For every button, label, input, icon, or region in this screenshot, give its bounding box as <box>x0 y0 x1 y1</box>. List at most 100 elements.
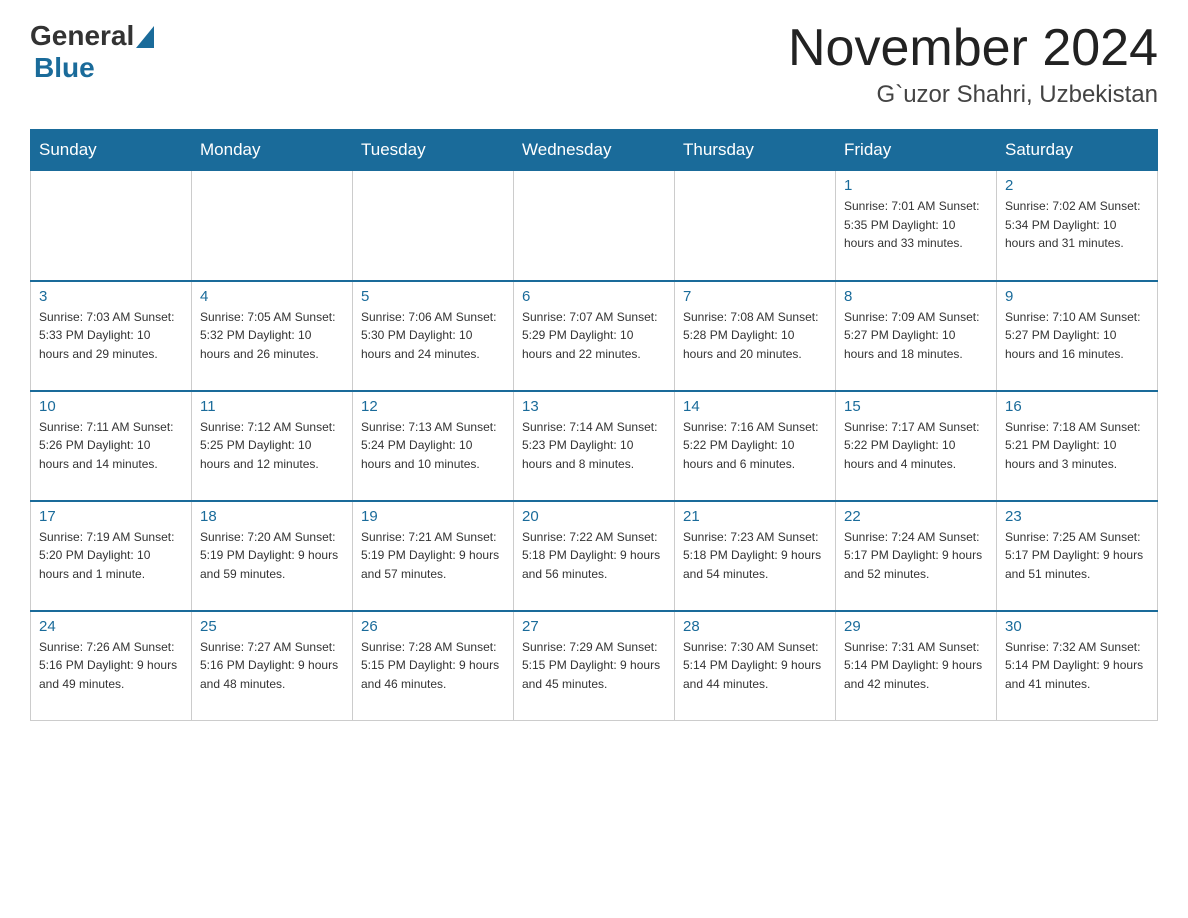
day-info: Sunrise: 7:06 AM Sunset: 5:30 PM Dayligh… <box>361 308 505 364</box>
calendar-cell: 3 Sunrise: 7:03 AM Sunset: 5:33 PM Daylig… <box>31 281 192 391</box>
day-info: Sunrise: 7:09 AM Sunset: 5:27 PM Dayligh… <box>844 308 988 364</box>
day-number: 27 <box>522 618 666 635</box>
day-number: 14 <box>683 398 827 415</box>
day-info: Sunrise: 7:03 AM Sunset: 5:33 PM Dayligh… <box>39 308 183 364</box>
day-info: Sunrise: 7:22 AM Sunset: 5:18 PM Dayligh… <box>522 528 666 584</box>
calendar-cell: 19Sunrise: 7:21 AM Sunset: 5:19 PM Dayli… <box>353 501 514 611</box>
calendar-cell: 28 Sunrise: 7:30 AM Sunset: 5:14 PM Dayli… <box>675 611 836 721</box>
day-number: 17 <box>39 508 183 525</box>
day-number: 2 <box>1005 177 1149 194</box>
logo-triangle-icon <box>136 26 154 48</box>
header-sunday: Sunday <box>31 130 192 171</box>
day-number: 30 <box>1005 618 1149 635</box>
page-header: General Blue November 2024 G`uzor Shahri… <box>30 20 1158 109</box>
day-info: Sunrise: 7:12 AM Sunset: 5:25 PM Dayligh… <box>200 418 344 474</box>
calendar-cell: 6 Sunrise: 7:07 AM Sunset: 5:29 PM Daylig… <box>514 281 675 391</box>
calendar-week-2: 3 Sunrise: 7:03 AM Sunset: 5:33 PM Daylig… <box>31 281 1158 391</box>
calendar-cell <box>192 171 353 281</box>
day-info: Sunrise: 7:11 AM Sunset: 5:26 PM Dayligh… <box>39 418 183 474</box>
calendar-cell: 18 Sunrise: 7:20 AM Sunset: 5:19 PM Dayli… <box>192 501 353 611</box>
day-info: Sunrise: 7:32 AM Sunset: 5:14 PM Dayligh… <box>1005 638 1149 694</box>
day-info: Sunrise: 7:23 AM Sunset: 5:18 PM Dayligh… <box>683 528 827 584</box>
day-number: 5 <box>361 288 505 305</box>
calendar-week-3: 10 Sunrise: 7:11 AM Sunset: 5:26 PM Dayli… <box>31 391 1158 501</box>
day-number: 16 <box>1005 398 1149 415</box>
header-tuesday: Tuesday <box>353 130 514 171</box>
calendar-cell: 22Sunrise: 7:24 AM Sunset: 5:17 PM Dayli… <box>836 501 997 611</box>
day-info: Sunrise: 7:01 AM Sunset: 5:35 PM Dayligh… <box>844 197 988 253</box>
calendar-cell <box>514 171 675 281</box>
calendar-cell: 9Sunrise: 7:10 AM Sunset: 5:27 PM Daylig… <box>997 281 1158 391</box>
day-info: Sunrise: 7:24 AM Sunset: 5:17 PM Dayligh… <box>844 528 988 584</box>
day-number: 25 <box>200 618 344 635</box>
calendar-cell: 2 Sunrise: 7:02 AM Sunset: 5:34 PM Daylig… <box>997 171 1158 281</box>
calendar-cell <box>353 171 514 281</box>
calendar-cell: 15Sunrise: 7:17 AM Sunset: 5:22 PM Dayli… <box>836 391 997 501</box>
month-title: November 2024 <box>788 20 1158 77</box>
calendar-cell: 21 Sunrise: 7:23 AM Sunset: 5:18 PM Dayli… <box>675 501 836 611</box>
location-title: G`uzor Shahri, Uzbekistan <box>788 81 1158 109</box>
day-info: Sunrise: 7:16 AM Sunset: 5:22 PM Dayligh… <box>683 418 827 474</box>
header-wednesday: Wednesday <box>514 130 675 171</box>
day-info: Sunrise: 7:20 AM Sunset: 5:19 PM Dayligh… <box>200 528 344 584</box>
header-thursday: Thursday <box>675 130 836 171</box>
calendar-cell: 26Sunrise: 7:28 AM Sunset: 5:15 PM Dayli… <box>353 611 514 721</box>
calendar-week-5: 24Sunrise: 7:26 AM Sunset: 5:16 PM Dayli… <box>31 611 1158 721</box>
day-info: Sunrise: 7:31 AM Sunset: 5:14 PM Dayligh… <box>844 638 988 694</box>
calendar-cell: 17 Sunrise: 7:19 AM Sunset: 5:20 PM Dayli… <box>31 501 192 611</box>
day-info: Sunrise: 7:19 AM Sunset: 5:20 PM Dayligh… <box>39 528 183 584</box>
calendar-cell: 12 Sunrise: 7:13 AM Sunset: 5:24 PM Dayli… <box>353 391 514 501</box>
day-number: 1 <box>844 177 988 194</box>
day-number: 6 <box>522 288 666 305</box>
calendar-cell: 25 Sunrise: 7:27 AM Sunset: 5:16 PM Dayli… <box>192 611 353 721</box>
day-info: Sunrise: 7:18 AM Sunset: 5:21 PM Dayligh… <box>1005 418 1149 474</box>
day-number: 12 <box>361 398 505 415</box>
calendar-cell: 7Sunrise: 7:08 AM Sunset: 5:28 PM Daylig… <box>675 281 836 391</box>
day-info: Sunrise: 7:29 AM Sunset: 5:15 PM Dayligh… <box>522 638 666 694</box>
day-info: Sunrise: 7:14 AM Sunset: 5:23 PM Dayligh… <box>522 418 666 474</box>
day-number: 29 <box>844 618 988 635</box>
day-info: Sunrise: 7:27 AM Sunset: 5:16 PM Dayligh… <box>200 638 344 694</box>
day-info: Sunrise: 7:26 AM Sunset: 5:16 PM Dayligh… <box>39 638 183 694</box>
day-number: 10 <box>39 398 183 415</box>
calendar-cell: 23Sunrise: 7:25 AM Sunset: 5:17 PM Dayli… <box>997 501 1158 611</box>
logo: General Blue <box>30 20 154 84</box>
day-info: Sunrise: 7:25 AM Sunset: 5:17 PM Dayligh… <box>1005 528 1149 584</box>
title-block: November 2024 G`uzor Shahri, Uzbekistan <box>788 20 1158 109</box>
day-number: 21 <box>683 508 827 525</box>
calendar-cell: 20Sunrise: 7:22 AM Sunset: 5:18 PM Dayli… <box>514 501 675 611</box>
day-info: Sunrise: 7:02 AM Sunset: 5:34 PM Dayligh… <box>1005 197 1149 253</box>
day-info: Sunrise: 7:13 AM Sunset: 5:24 PM Dayligh… <box>361 418 505 474</box>
calendar-cell: 16 Sunrise: 7:18 AM Sunset: 5:21 PM Dayli… <box>997 391 1158 501</box>
day-number: 11 <box>200 398 344 415</box>
day-number: 28 <box>683 618 827 635</box>
day-info: Sunrise: 7:08 AM Sunset: 5:28 PM Dayligh… <box>683 308 827 364</box>
calendar-cell: 13 Sunrise: 7:14 AM Sunset: 5:23 PM Dayli… <box>514 391 675 501</box>
day-info: Sunrise: 7:05 AM Sunset: 5:32 PM Dayligh… <box>200 308 344 364</box>
logo-general-text: General <box>30 20 134 52</box>
day-number: 13 <box>522 398 666 415</box>
calendar-header-row: SundayMondayTuesdayWednesdayThursdayFrid… <box>31 130 1158 171</box>
calendar-week-4: 17 Sunrise: 7:19 AM Sunset: 5:20 PM Dayli… <box>31 501 1158 611</box>
calendar-cell: 1 Sunrise: 7:01 AM Sunset: 5:35 PM Daylig… <box>836 171 997 281</box>
day-number: 3 <box>39 288 183 305</box>
day-number: 4 <box>200 288 344 305</box>
calendar-cell <box>675 171 836 281</box>
day-info: Sunrise: 7:30 AM Sunset: 5:14 PM Dayligh… <box>683 638 827 694</box>
calendar-cell: 27 Sunrise: 7:29 AM Sunset: 5:15 PM Dayli… <box>514 611 675 721</box>
day-info: Sunrise: 7:28 AM Sunset: 5:15 PM Dayligh… <box>361 638 505 694</box>
day-info: Sunrise: 7:21 AM Sunset: 5:19 PM Dayligh… <box>361 528 505 584</box>
calendar-cell <box>31 171 192 281</box>
day-number: 9 <box>1005 288 1149 305</box>
calendar-table: SundayMondayTuesdayWednesdayThursdayFrid… <box>30 129 1158 721</box>
header-saturday: Saturday <box>997 130 1158 171</box>
calendar-cell: 29 Sunrise: 7:31 AM Sunset: 5:14 PM Dayli… <box>836 611 997 721</box>
calendar-cell: 30 Sunrise: 7:32 AM Sunset: 5:14 PM Dayli… <box>997 611 1158 721</box>
calendar-cell: 24Sunrise: 7:26 AM Sunset: 5:16 PM Dayli… <box>31 611 192 721</box>
calendar-cell: 5 Sunrise: 7:06 AM Sunset: 5:30 PM Daylig… <box>353 281 514 391</box>
header-monday: Monday <box>192 130 353 171</box>
day-number: 18 <box>200 508 344 525</box>
day-info: Sunrise: 7:07 AM Sunset: 5:29 PM Dayligh… <box>522 308 666 364</box>
calendar-cell: 10 Sunrise: 7:11 AM Sunset: 5:26 PM Dayli… <box>31 391 192 501</box>
calendar-cell: 11 Sunrise: 7:12 AM Sunset: 5:25 PM Dayli… <box>192 391 353 501</box>
